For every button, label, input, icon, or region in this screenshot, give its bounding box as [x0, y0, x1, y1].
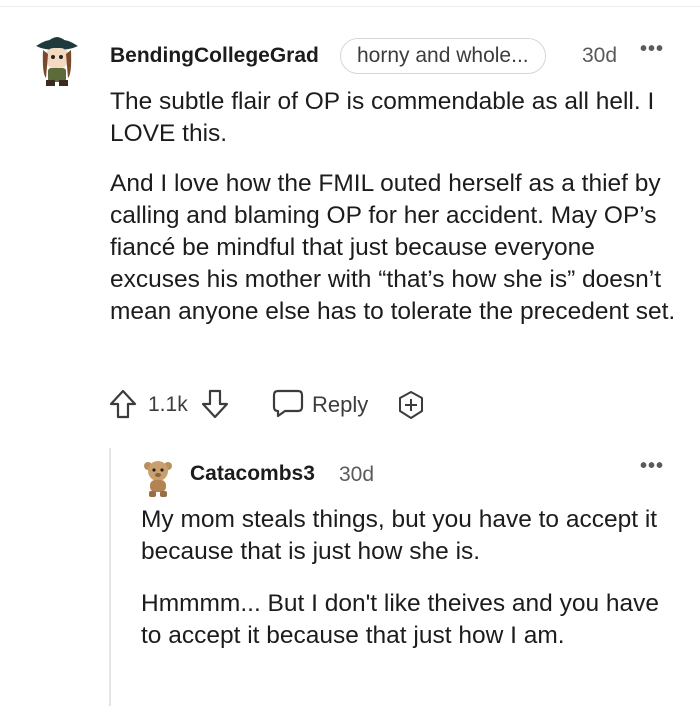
comment-timestamp[interactable]: 30d [582, 44, 617, 68]
comment-paragraph: The subtle flair of OP is commendable as… [110, 88, 655, 147]
reply-author[interactable]: Catacombs3 [190, 462, 315, 486]
reply-paragraph: Hmmmm... But I don't like theives and yo… [141, 590, 660, 649]
more-options-icon[interactable]: ••• [640, 38, 664, 61]
more-options-icon[interactable]: ••• [640, 455, 664, 478]
reply-button[interactable]: Reply [312, 392, 368, 418]
downvote-icon[interactable] [200, 388, 230, 420]
user-flair: horny and whole... [340, 38, 546, 74]
reply-paragraph: My mom steals things, but you have to ac… [141, 506, 658, 565]
award-plus-icon[interactable] [396, 390, 426, 420]
comment-paragraph: And I love how the FMIL outed herself as… [110, 170, 676, 325]
vote-count: 1.1k [148, 393, 188, 416]
user-avatar[interactable] [30, 28, 84, 88]
user-avatar[interactable] [142, 458, 174, 498]
thread-line[interactable] [109, 448, 111, 706]
upvote-icon[interactable] [108, 388, 138, 420]
top-divider [0, 0, 700, 7]
reply-icon[interactable] [272, 388, 304, 418]
reply-timestamp[interactable]: 30d [339, 463, 374, 487]
comment-author[interactable]: BendingCollegeGrad [110, 44, 319, 68]
